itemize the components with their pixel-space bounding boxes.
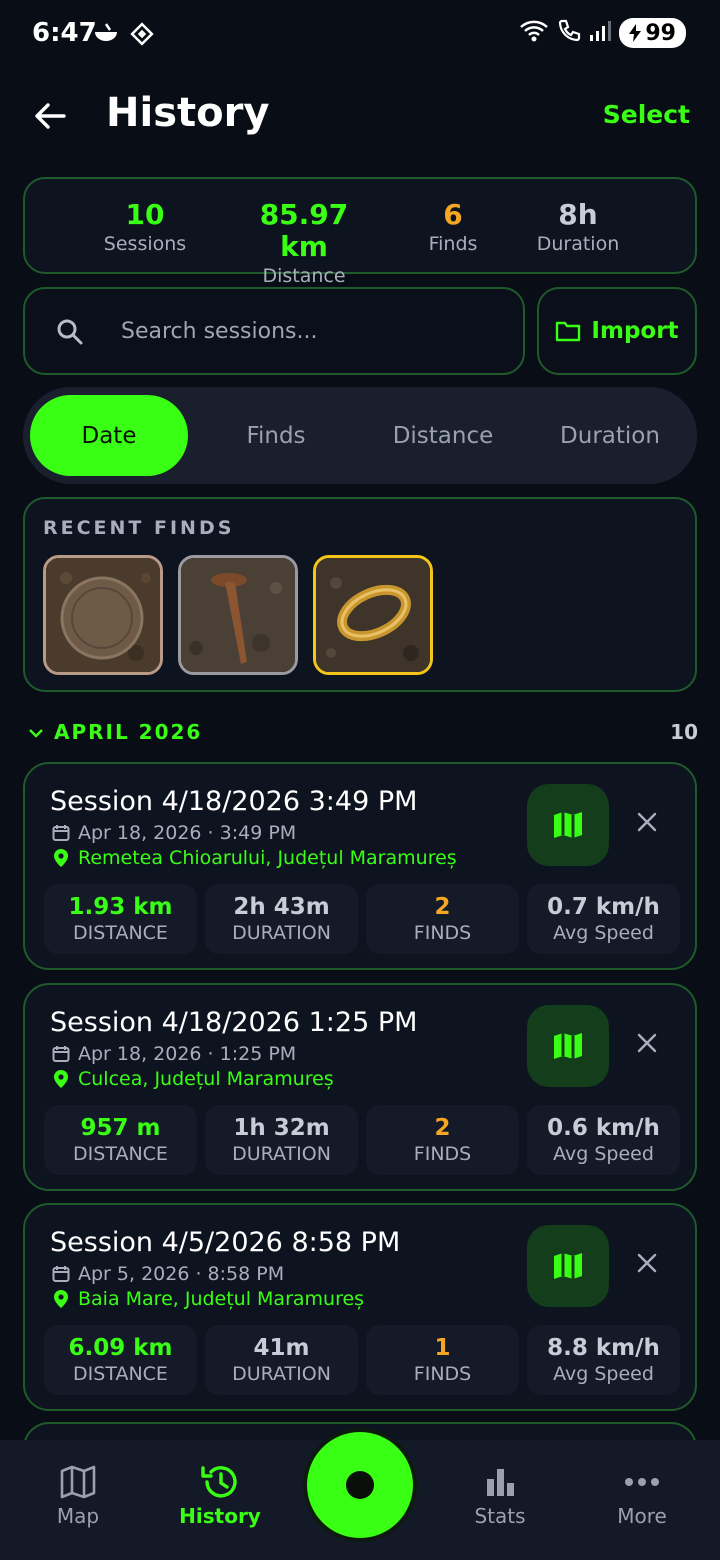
month-group-header[interactable]: APRIL 2026 10: [28, 720, 698, 748]
select-button[interactable]: Select: [603, 100, 690, 129]
session-card[interactable]: Session 4/18/2026 3:49 PM Apr 18, 2026 ·…: [23, 762, 697, 970]
location-pin-icon: [54, 1290, 68, 1308]
calendar-icon: [52, 1266, 70, 1282]
stat-distance: 1.93 km DISTANCE: [44, 884, 197, 954]
bar-chart-icon: [487, 1469, 514, 1496]
month-count: 10: [670, 720, 698, 744]
close-icon: [637, 1033, 657, 1053]
close-icon: [637, 1253, 657, 1273]
session-date: Apr 18, 2026 · 1:25 PM: [78, 1043, 297, 1065]
session-title: Session 4/18/2026 1:25 PM: [50, 1007, 418, 1038]
close-icon: [637, 812, 657, 832]
record-icon: [346, 1471, 374, 1499]
record-button[interactable]: [307, 1432, 413, 1538]
search-box[interactable]: [23, 287, 525, 375]
app-header: History Select: [0, 86, 720, 150]
stat-finds: 2 FINDS: [366, 884, 519, 954]
nav-history-label: History: [179, 1504, 261, 1528]
summary-sessions: 10 Sessions: [103, 198, 187, 256]
summary-card: 10 Sessions 85.97 km Distance 6 Finds 8h…: [23, 177, 697, 287]
recent-finds-panel: RECENT FINDS: [23, 497, 697, 692]
calendar-icon: [52, 825, 70, 841]
summary-distance: 85.97 km Distance: [259, 198, 349, 288]
find-thumbnail-ring[interactable]: [313, 555, 433, 675]
import-label: Import: [591, 318, 679, 344]
session-location: Culcea, Județul Maramureș: [78, 1068, 334, 1090]
session-title: Session 4/5/2026 8:58 PM: [50, 1227, 401, 1258]
search-input[interactable]: [121, 311, 501, 351]
search-icon: [55, 317, 85, 351]
session-date: Apr 5, 2026 · 8:58 PM: [78, 1263, 285, 1285]
nav-stats[interactable]: Stats: [445, 1460, 555, 1528]
find-thumbnail-nail[interactable]: [178, 555, 298, 675]
map-icon: [60, 1465, 96, 1499]
month-label: APRIL 2026: [54, 720, 203, 744]
nav-history[interactable]: History: [165, 1460, 275, 1528]
find-thumbnail-coin[interactable]: [43, 555, 163, 675]
sort-tab-date[interactable]: Date: [30, 395, 188, 476]
stat-finds: 1 FINDS: [366, 1325, 519, 1395]
stat-distance: 6.09 km DISTANCE: [44, 1325, 197, 1395]
summary-duration: 8h Duration: [536, 198, 620, 256]
status-time: 6:47: [32, 18, 97, 48]
battery-indicator: 99: [619, 18, 686, 48]
view-map-button[interactable]: [527, 784, 609, 866]
history-icon: [201, 1466, 237, 1498]
location-pin-icon: [54, 849, 68, 867]
bolt-icon: [629, 24, 642, 42]
summary-finds: 6 Finds: [428, 198, 478, 256]
nav-map-label: Map: [56, 1504, 100, 1528]
map-icon: [554, 1253, 582, 1279]
wifi-icon: [519, 18, 549, 48]
stat-duration: 1h 32m DURATION: [205, 1105, 358, 1175]
delete-session-button[interactable]: [633, 1249, 661, 1277]
signal-icon: [589, 19, 612, 47]
recent-finds-label: RECENT FINDS: [43, 517, 235, 539]
session-card[interactable]: Session 4/18/2026 1:25 PM Apr 18, 2026 ·…: [23, 983, 697, 1191]
view-map-button[interactable]: [527, 1005, 609, 1087]
call-icon: [557, 18, 581, 48]
location-pin-icon: [54, 1070, 68, 1088]
delete-session-button[interactable]: [633, 808, 661, 836]
nav-stats-label: Stats: [474, 1504, 526, 1528]
sort-tabs: Date Finds Distance Duration: [23, 387, 697, 484]
session-location: Remetea Chioarului, Județul Maramureș: [78, 847, 457, 869]
arrow-left-icon: [35, 103, 66, 129]
session-location: Baia Mare, Județul Maramureș: [78, 1288, 365, 1310]
nav-more[interactable]: More: [587, 1460, 697, 1528]
more-dots-icon: [625, 1478, 659, 1486]
sort-tab-duration[interactable]: Duration: [531, 395, 689, 476]
bowl-icon: [92, 20, 120, 52]
stat-duration: 41m DURATION: [205, 1325, 358, 1395]
folder-icon: [556, 321, 581, 342]
diamond-icon: [128, 20, 156, 52]
back-button[interactable]: [30, 96, 76, 142]
battery-level: 99: [645, 20, 676, 46]
view-map-button[interactable]: [527, 1225, 609, 1307]
stat-duration: 2h 43m DURATION: [205, 884, 358, 954]
session-title: Session 4/18/2026 3:49 PM: [50, 786, 418, 817]
map-icon: [554, 1033, 582, 1059]
sort-tab-distance[interactable]: Distance: [364, 395, 522, 476]
status-bar: 6:47 99: [0, 0, 720, 70]
delete-session-button[interactable]: [633, 1029, 661, 1057]
page-title: History: [106, 90, 270, 136]
session-date: Apr 18, 2026 · 3:49 PM: [78, 822, 297, 844]
stat-speed: 0.7 km/h Avg Speed: [527, 884, 680, 954]
chevron-down-icon: [29, 729, 43, 738]
session-card[interactable]: Session 4/5/2026 8:58 PM Apr 5, 2026 · 8…: [23, 1203, 697, 1411]
stat-speed: 0.6 km/h Avg Speed: [527, 1105, 680, 1175]
import-button[interactable]: Import: [537, 287, 697, 375]
stat-distance: 957 m DISTANCE: [44, 1105, 197, 1175]
nav-more-label: More: [617, 1504, 667, 1528]
map-icon: [554, 812, 582, 838]
stat-finds: 2 FINDS: [366, 1105, 519, 1175]
sort-tab-finds[interactable]: Finds: [197, 395, 355, 476]
stat-speed: 8.8 km/h Avg Speed: [527, 1325, 680, 1395]
nav-map[interactable]: Map: [23, 1460, 133, 1528]
calendar-icon: [52, 1046, 70, 1062]
